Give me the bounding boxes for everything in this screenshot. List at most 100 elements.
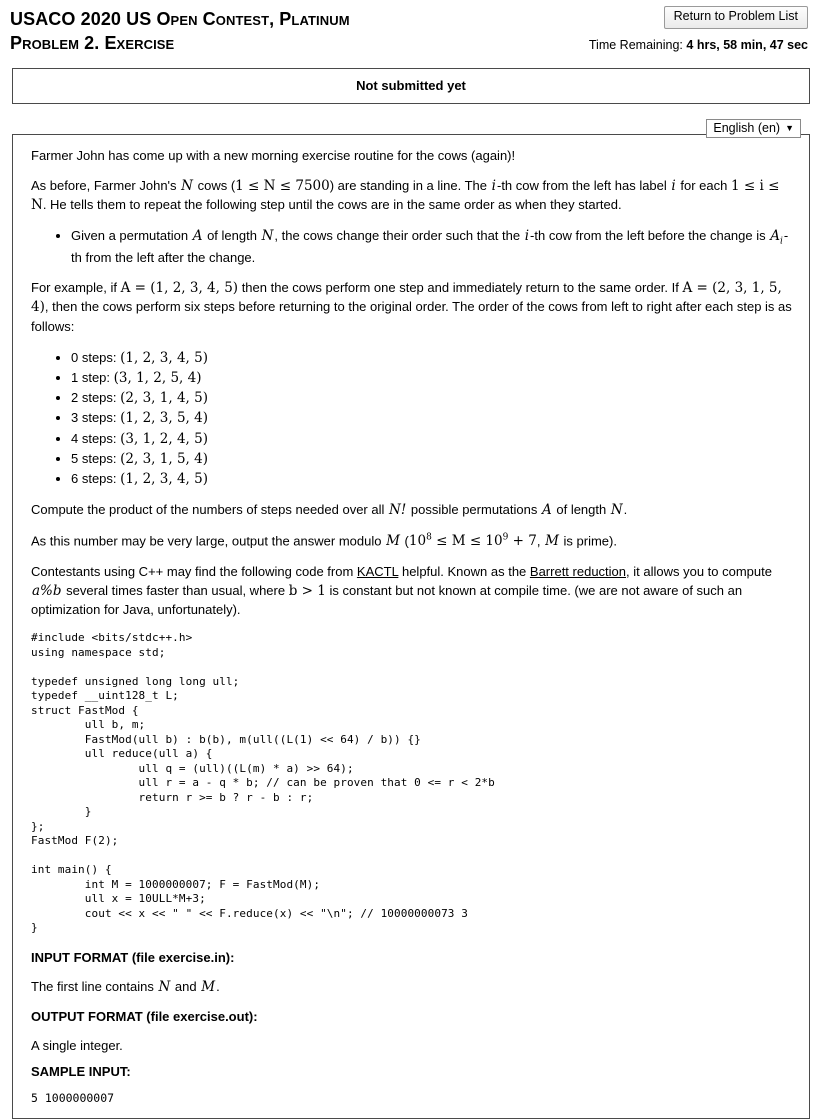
output-format-heading: OUTPUT FORMAT (file exercise.out): — [31, 1008, 258, 1024]
math-A-sub-i: Ai — [769, 227, 784, 247]
input-format-heading: INPUT FORMAT (file exercise.in): — [31, 949, 235, 965]
math-A-1: A — [192, 227, 203, 244]
example-text-1: For example, if — [31, 279, 117, 295]
example-paragraph: For example, if A = (1, 2, 3, 4, 5) then… — [31, 279, 793, 337]
list-item: Given a permutation A of length N, the c… — [71, 227, 793, 268]
intro-paragraph: Farmer John has come up with a new morni… — [31, 147, 793, 166]
math-N-factorial: N! — [389, 502, 407, 519]
setup-text-4: -th cow from the left has label — [496, 177, 667, 193]
submission-status-text: Not submitted yet — [356, 78, 466, 93]
kactl-text-1: Contestants using C++ may find the follo… — [31, 563, 354, 579]
setup-paragraph: As before, Farmer John's N cows (1 ≤ N ≤… — [31, 177, 793, 216]
list-item: 3 steps: (1, 2, 3, 5, 4) — [71, 408, 793, 428]
step-label: 6 steps: — [71, 471, 117, 487]
math-n-range: 1 ≤ N ≤ 7500 — [235, 177, 330, 194]
language-select[interactable]: English (en) ▼ — [706, 119, 801, 139]
modulo-text-4: is prime). — [563, 533, 617, 549]
math-i-2: i — [671, 177, 676, 194]
setup-text-2: cows ( — [197, 177, 236, 193]
list-item: 0 steps: (1, 2, 3, 4, 5) — [71, 348, 793, 368]
math-M-1: M — [386, 533, 400, 550]
steps-list: 0 steps: (1, 2, 3, 4, 5) 1 step: (3, 1, … — [31, 348, 793, 490]
sample-input-heading: SAMPLE INPUT: — [31, 1064, 131, 1080]
list-item: 2 steps: (2, 3, 1, 4, 5) — [71, 388, 793, 408]
return-to-problem-list-button[interactable]: Return to Problem List — [663, 6, 808, 29]
list-item: 5 steps: (2, 3, 1, 5, 4) — [71, 449, 793, 469]
math-range-end: + 7 — [508, 533, 537, 550]
modulo-paragraph: As this number may be very large, output… — [31, 532, 793, 552]
sample-code-block: #include <bits/stdc++.h> using namespace… — [31, 631, 495, 935]
input-format-text-3: . — [216, 978, 220, 994]
language-select-value: English (en) — [713, 121, 781, 135]
compute-text-1: Compute the product of the numbers of st… — [31, 502, 385, 518]
kactl-text-2: helpful. Known as the — [401, 563, 527, 579]
list-item: 1 step: (3, 1, 2, 5, 4) — [71, 368, 793, 388]
modulo-text-3: , — [536, 533, 541, 549]
language-selector-row: English (en) ▼ — [12, 119, 810, 139]
compute-text-4: . — [623, 502, 628, 518]
math-sub-i: i — [780, 236, 783, 247]
math-b-gt-1: b > 1 — [288, 582, 326, 599]
step-label: 5 steps: — [71, 450, 117, 466]
math-N-1: N — [181, 177, 193, 194]
input-format-text-1: The first line contains — [31, 978, 154, 994]
math-A-2: A — [770, 227, 780, 244]
input-format-body: The first line contains N and M. — [31, 978, 793, 998]
chevron-down-icon: ▼ — [785, 123, 794, 133]
math-N-2: N — [261, 227, 274, 244]
perm-text-4: -th cow from the left before the change … — [530, 227, 766, 243]
intro-text: Farmer John has come up with a new morni… — [31, 148, 516, 163]
step-permutation: (3, 1, 2, 4, 5) — [120, 430, 208, 447]
setup-text-6: . He tells them to repeat the following … — [42, 197, 622, 213]
math-M-range: 108 ≤ M ≤ 109 + 7 — [408, 533, 537, 550]
setup-text-3: ) are standing in a line. The — [329, 177, 488, 193]
step-label: 0 steps: — [71, 349, 117, 365]
page-header: USACO 2020 US Open Contest, Platinum Pro… — [0, 0, 822, 58]
step-label: 1 step: — [71, 369, 111, 385]
list-item: 4 steps: (3, 1, 2, 4, 5) — [71, 429, 793, 449]
kactl-link[interactable]: KACTL — [357, 564, 398, 579]
math-a-mod-b: a%b — [32, 582, 62, 599]
math-M-2: M — [545, 533, 559, 550]
contest-title: USACO 2020 US Open Contest, Platinum — [10, 9, 350, 29]
compute-text-2: possible permutations — [410, 502, 538, 518]
step-permutation: (1, 2, 3, 5, 4) — [120, 410, 208, 427]
permutation-definition-list: Given a permutation A of length N, the c… — [31, 227, 793, 268]
output-format-text: A single integer. — [31, 1037, 123, 1053]
math-M-3: M — [201, 978, 216, 995]
math-N-3: N — [610, 502, 623, 519]
problem-statement-box: Farmer John has come up with a new morni… — [12, 134, 810, 1119]
kactl-paragraph: Contestants using C++ may find the follo… — [31, 563, 793, 620]
compute-text-3: of length — [556, 502, 607, 518]
setup-text-5: for each — [680, 177, 728, 193]
list-item: 6 steps: (1, 2, 3, 4, 5) — [71, 469, 793, 489]
page-title: USACO 2020 US Open Contest, Platinum Pro… — [10, 8, 530, 56]
step-label: 2 steps: — [71, 390, 117, 406]
time-remaining-value: 4 hrs, 58 min, 47 sec — [686, 37, 808, 52]
math-range-mid: ≤ M ≤ 10 — [431, 533, 503, 550]
header-right-group: Return to Problem List Time Remaining: 4… — [589, 6, 808, 52]
step-permutation: (2, 3, 1, 5, 4) — [120, 450, 208, 467]
step-permutation: (3, 1, 2, 5, 4) — [113, 369, 202, 386]
step-permutation: (1, 2, 3, 4, 5) — [120, 349, 208, 366]
step-permutation: (2, 3, 1, 4, 5) — [120, 390, 208, 407]
barrett-reduction-link[interactable]: Barrett reduction — [530, 564, 626, 579]
problem-title: Problem 2. Exercise — [10, 32, 175, 53]
perm-text-1: Given a permutation — [71, 227, 189, 243]
math-ten-1: 10 — [408, 533, 427, 550]
compute-paragraph: Compute the product of the numbers of st… — [31, 501, 793, 521]
math-N-4: N — [158, 978, 171, 995]
kactl-text-4: several times faster than usual, where — [66, 582, 286, 598]
math-A1-value: A = (1, 2, 3, 4, 5) — [120, 279, 239, 296]
example-text-3: , then the cows perform six steps before… — [31, 299, 792, 334]
kactl-text-3: , it allows you to compute — [626, 563, 772, 579]
step-label: 4 steps: — [71, 430, 117, 446]
time-remaining-label: Time Remaining: — [588, 37, 683, 52]
sample-input-block: 5 1000000007 — [31, 1091, 115, 1106]
perm-text-2: of length — [207, 227, 257, 243]
output-format-body: A single integer. — [31, 1037, 793, 1056]
modulo-text-1: As this number may be very large, output… — [31, 533, 382, 549]
step-label: 3 steps: — [71, 410, 117, 426]
submission-status-box: Not submitted yet — [12, 68, 810, 104]
step-permutation: (1, 2, 3, 4, 5) — [120, 471, 208, 488]
